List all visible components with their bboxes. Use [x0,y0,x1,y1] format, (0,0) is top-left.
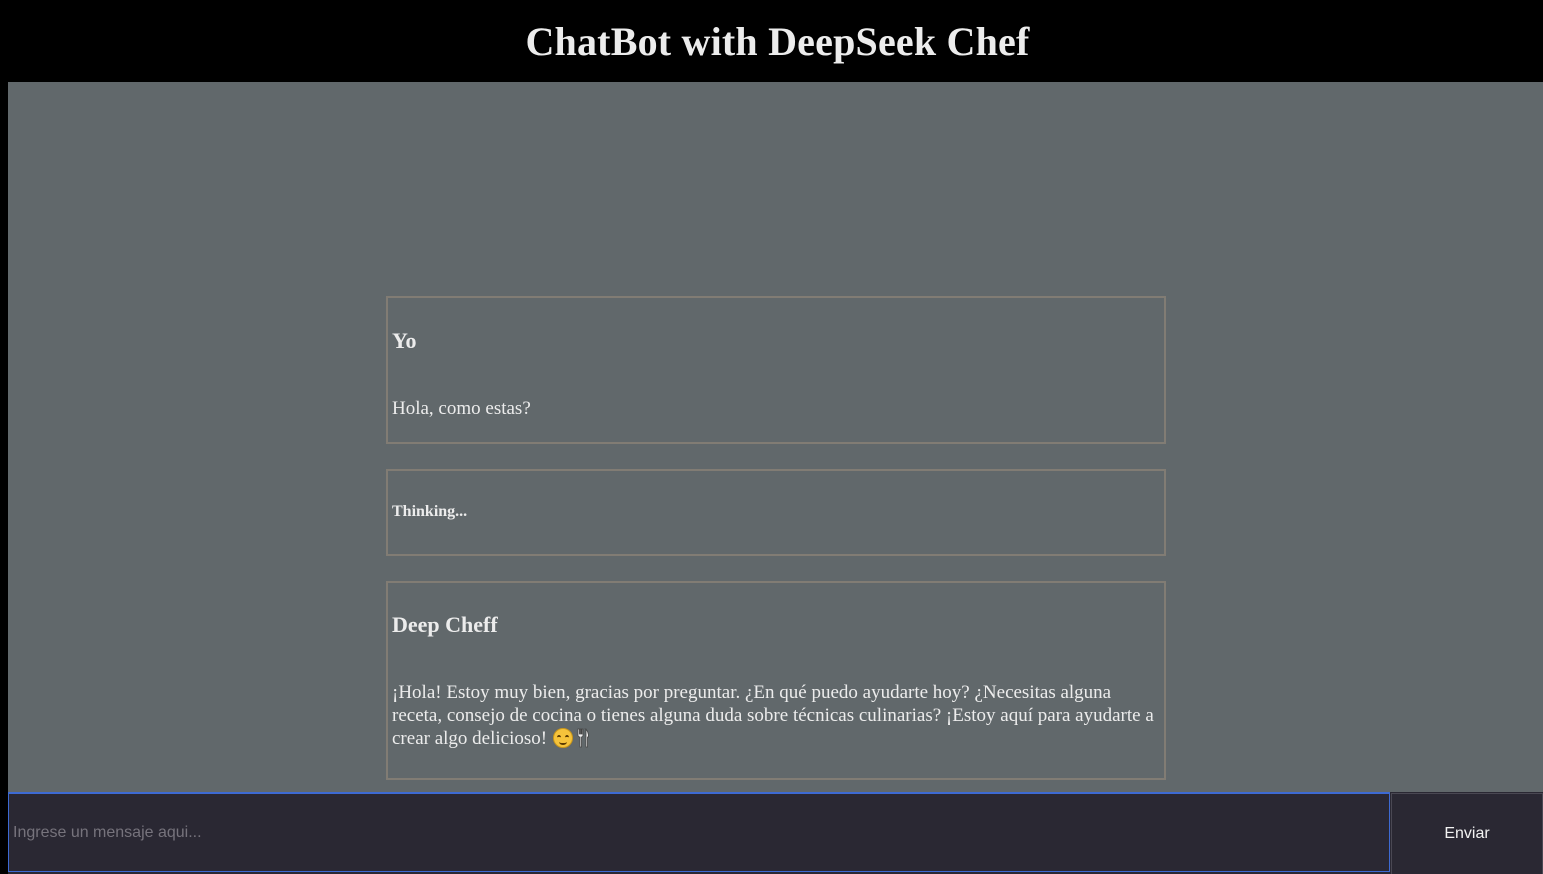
message-sender: Deep Cheff [392,612,498,637]
message-text: ¡Hola! Estoy muy bien, gracias por pregu… [392,682,1154,749]
assistant-message: Deep Cheff ¡Hola! Estoy muy bien, gracia… [386,581,1166,780]
thinking-indicator: Thinking... [386,469,1166,556]
thinking-text: Thinking... [392,503,468,520]
message-composer: Enviar [8,792,1543,874]
message-sender: Yo [392,328,417,353]
send-button[interactable]: Enviar [1391,793,1543,874]
chat-messages-area[interactable]: Yo Hola, como estas? Thinking... Deep Ch… [8,82,1543,793]
app-header: ChatBot with DeepSeek Chef [0,0,1543,82]
user-message: Yo Hola, como estas? [386,296,1166,444]
message-input[interactable] [8,792,1390,872]
message-text-container: ¡Hola! Estoy muy bien, gracias por pregu… [392,681,1154,750]
message-text: Hola, como estas? [392,398,531,419]
fork-and-knife-icon [577,728,589,748]
smiling-face-icon [553,728,574,748]
page-title: ChatBot with DeepSeek Chef [525,18,1030,64]
chat-app: ChatBot with DeepSeek Chef Yo Hola, como… [0,0,1543,874]
